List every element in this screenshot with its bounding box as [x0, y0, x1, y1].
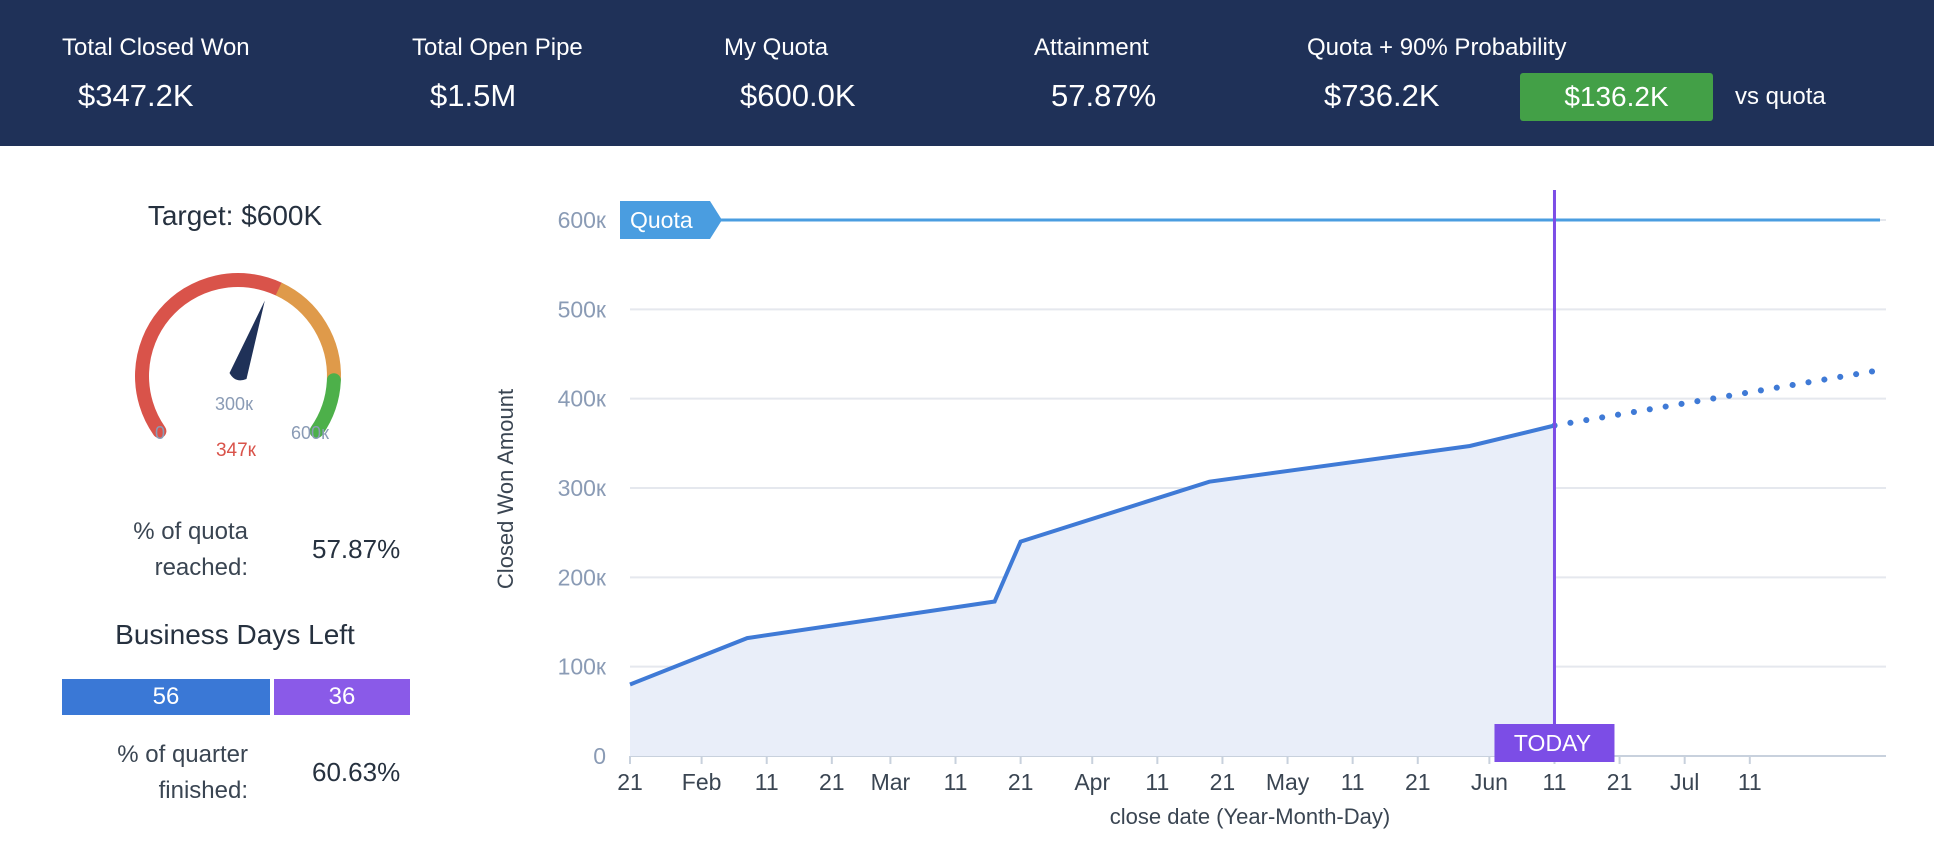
x-tick-label: 11: [1738, 769, 1762, 795]
kpi-value: $736.2K: [1324, 78, 1440, 113]
kpi-value: $600.0K: [740, 78, 856, 113]
gauge-title: Target: $600K: [147, 200, 323, 231]
closed-won-chart[interactable]: 0 100к 200к 300к 400к 500к 600к 21 Feb 11 21 Mar 11…: [470, 146, 1934, 860]
gauge-needle: [229, 300, 265, 381]
kpi-label: Quota + 90% Probability: [1307, 34, 1567, 61]
gauge-mid-label: 300к: [215, 394, 253, 414]
x-tick-label: 21: [1008, 769, 1034, 795]
y-axis-title: Closed Won Amount: [493, 389, 518, 589]
kpi-header: Total Closed Won $347.2K Total Open Pipe…: [0, 0, 1934, 146]
vs-quota-badge: $136.2K: [1520, 73, 1713, 121]
x-tick-label: Mar: [871, 769, 911, 795]
x-tick-label: 21: [617, 769, 643, 795]
kpi-my-quota[interactable]: My Quota $600.0K: [680, 0, 1000, 146]
y-tick-label: 0: [593, 743, 606, 769]
closed-won-area: [630, 425, 1555, 756]
quota-tag: Quota: [620, 201, 722, 239]
kpi-label: Total Closed Won: [62, 34, 250, 61]
x-tick-label: 11: [1543, 769, 1567, 795]
gauge-arc-red: [135, 273, 286, 439]
x-tick-label: 11: [1145, 769, 1169, 795]
business-days-left-bar: 36: [274, 679, 410, 715]
dashboard-frame: Total Closed Won $347.2K Total Open Pipe…: [0, 0, 1934, 860]
gauge-svg: 0 300к 600к 347к: [135, 273, 341, 461]
vs-quota-note: vs quota: [1735, 83, 1826, 110]
quota-reached-label: % of quota reached:: [60, 514, 248, 586]
x-tick-label: Jul: [1670, 769, 1699, 795]
y-tick-label: 100к: [558, 654, 607, 680]
kpi-value: $1.5M: [430, 78, 517, 113]
business-days-elapsed-bar: 56: [62, 679, 270, 715]
x-axis-title: close date (Year-Month-Day): [1110, 804, 1390, 829]
business-days-title: Business Days Left: [115, 619, 355, 650]
kpi-value: 57.87%: [1051, 78, 1157, 113]
x-tick-label: 11: [944, 769, 968, 795]
kpi-label: My Quota: [724, 34, 829, 61]
quarter-finished-label-line1: % of quarter: [117, 741, 248, 768]
chart-svg: 0 100к 200к 300к 400к 500к 600к 21 Feb 11 21 Mar 11…: [493, 190, 1886, 829]
quota-reached-label-line1: % of quota: [133, 518, 248, 545]
quota-gauge: 0 300к 600к 347к: [98, 246, 378, 476]
y-axis-ticks: 0 100к 200к 300к 400к 500к 600к: [558, 207, 607, 769]
quota-reached-value: 57.87%: [312, 534, 401, 564]
kpi-value: $347.2K: [78, 78, 194, 113]
y-tick-label: 600к: [558, 207, 607, 233]
x-tick-label: 21: [1607, 769, 1633, 795]
x-tick-label: Apr: [1074, 769, 1110, 795]
kpi-total-open-pipe[interactable]: Total Open Pipe $1.5M: [340, 0, 680, 146]
gauge-min-label: 0: [155, 423, 165, 443]
x-tick-label: 21: [1210, 769, 1236, 795]
left-panel: Target: $600K 0 300к 600к 347к % of quot…: [0, 146, 460, 860]
kpi-total-closed-won[interactable]: Total Closed Won $347.2K: [0, 0, 340, 146]
y-tick-label: 300к: [558, 475, 607, 501]
y-tick-label: 500к: [558, 296, 607, 322]
quarter-finished-label-line2: finished:: [158, 777, 248, 804]
gauge-arc-orange: [275, 282, 341, 381]
x-tick-label: Jun: [1471, 769, 1508, 795]
x-tick-label: 21: [819, 769, 845, 795]
kpi-attainment[interactable]: Attainment 57.87%: [1000, 0, 1300, 146]
gauge-max-label: 600к: [291, 423, 329, 443]
quarter-finished-value: 60.63%: [312, 757, 401, 787]
y-tick-label: 200к: [558, 564, 607, 590]
quota-tag-label: Quota: [630, 207, 693, 233]
quota-reached-label-line2: reached:: [154, 554, 248, 581]
x-tick-label: Feb: [682, 769, 722, 795]
gauge-current-label: 347к: [216, 440, 257, 461]
x-tick-label: 11: [755, 769, 779, 795]
x-tick-label: 21: [1405, 769, 1431, 795]
kpi-label: Total Open Pipe: [412, 34, 583, 61]
today-tag: TODAY: [1494, 724, 1615, 762]
y-tick-label: 400к: [558, 386, 607, 412]
x-tick-label: 11: [1341, 769, 1365, 795]
kpi-label: Attainment: [1034, 34, 1149, 61]
quarter-finished-label: % of quarter finished:: [60, 737, 248, 809]
x-tick-label: May: [1266, 769, 1310, 795]
today-tag-label: TODAY: [1514, 730, 1591, 756]
